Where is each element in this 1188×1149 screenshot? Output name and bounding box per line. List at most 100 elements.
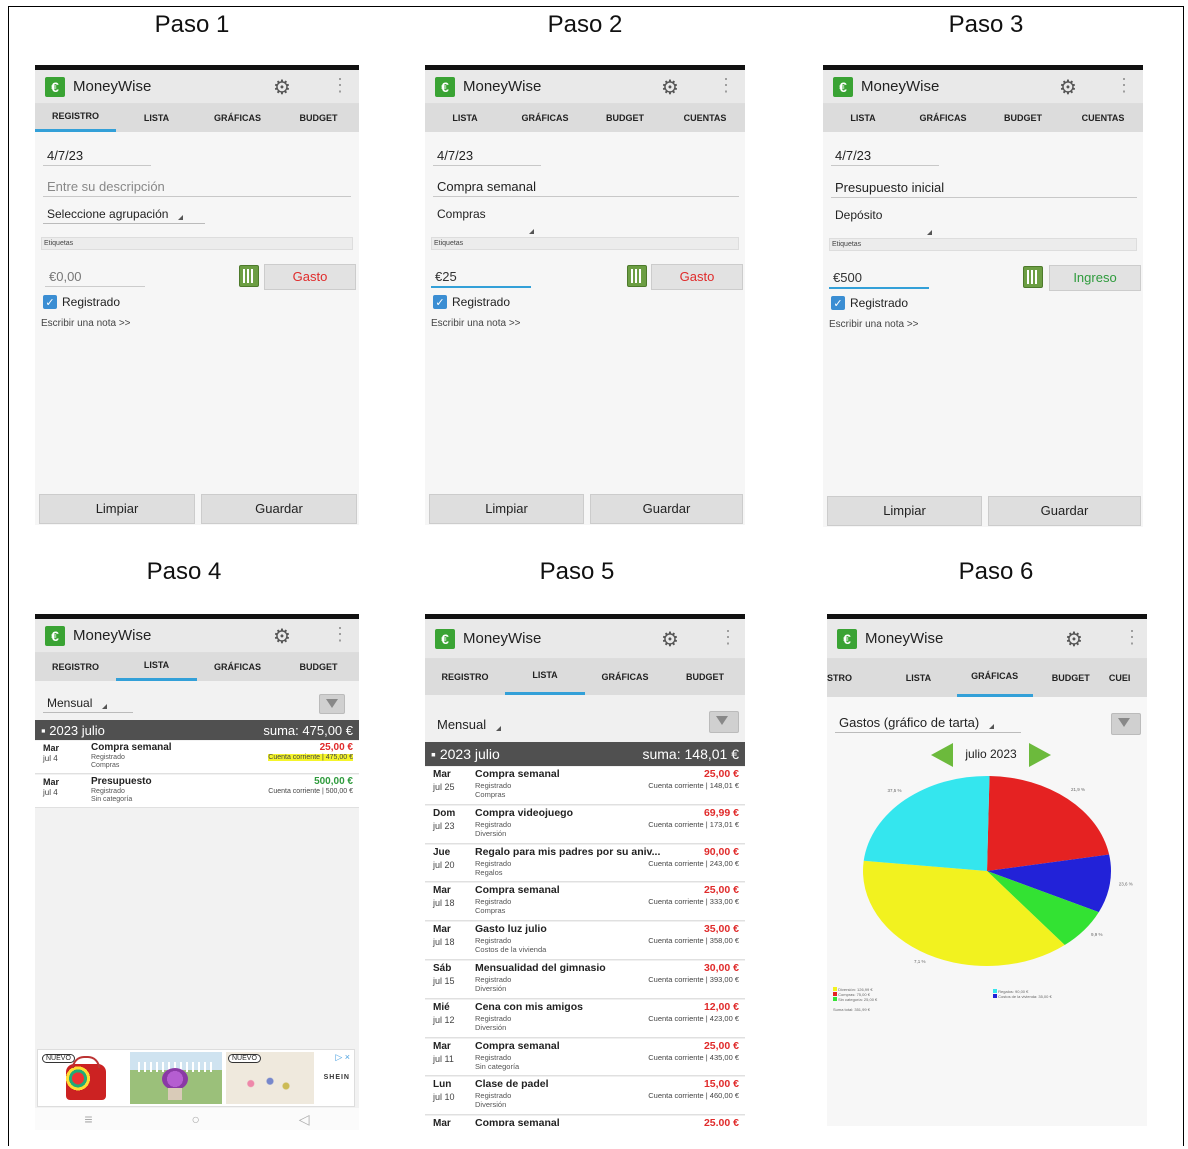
group-dropdown[interactable]: Compras [433, 205, 585, 238]
calculator-icon[interactable] [1023, 266, 1043, 288]
transaction-row[interactable]: Mar jul 18 Gasto luz julio Registrado Costos… [425, 922, 745, 960]
gear-icon[interactable]: ⚙ [273, 624, 291, 649]
next-month-arrow-icon[interactable] [1029, 743, 1051, 767]
tab-cuentas[interactable]: CUENTAS [1063, 104, 1143, 132]
clear-button[interactable]: Limpiar [827, 496, 982, 526]
overflow-menu-icon[interactable]: ⋮ [717, 75, 735, 96]
filter-icon[interactable] [709, 711, 739, 733]
amount-field[interactable]: €500 [829, 268, 929, 289]
tab-lista[interactable]: LISTA [505, 659, 585, 695]
tab-graficas[interactable]: GRÁFICAS [197, 653, 278, 681]
tab-graficas[interactable]: GRÁFICAS [956, 659, 1033, 697]
gear-icon[interactable]: ⚙ [661, 627, 679, 652]
adchoices-icon[interactable]: ▷ × [335, 1052, 350, 1063]
transaction-row[interactable]: Mar jul 25 Compra semanal Registrado Compras… [425, 767, 745, 805]
calculator-icon[interactable] [239, 265, 259, 287]
back-icon[interactable]: ◁ [299, 1111, 310, 1128]
filter-icon[interactable] [1111, 713, 1141, 735]
description-field[interactable]: Compra semanal [433, 177, 739, 197]
ad-image-garden[interactable] [130, 1052, 222, 1104]
transaction-row[interactable]: Mar jul 18 Compra semanal Registrado Compras… [425, 883, 745, 922]
month-header[interactable]: ▪ 2023 julio suma: 148,01 € [425, 742, 745, 766]
gear-icon[interactable]: ⚙ [1065, 627, 1083, 652]
tab-budget[interactable]: BUDGET [278, 653, 359, 681]
tab-lista[interactable]: LISTA [425, 104, 505, 132]
filter-icon[interactable] [319, 694, 345, 714]
transaction-row[interactable]: Sáb jul 15 Mensualidad del gimnasio Registr… [425, 961, 745, 999]
amount-field[interactable]: €0,00 [45, 267, 145, 287]
tab-lista[interactable]: LISTA [823, 104, 903, 132]
tab-registro[interactable]: REGISTRO [35, 653, 116, 681]
note-link[interactable]: Escribir una nota >> [41, 318, 131, 329]
overflow-menu-icon[interactable]: ⋮ [1123, 627, 1141, 648]
tab-lista[interactable]: LISTA [880, 659, 956, 697]
tab-registro[interactable]: REGISTRO [425, 659, 505, 695]
note-link[interactable]: Escribir una nota >> [829, 319, 919, 330]
period-dropdown[interactable]: Mensual [433, 715, 523, 734]
registered-checkbox[interactable]: ✓ Registrado [43, 295, 120, 309]
tags-field[interactable]: Etiquetas [431, 237, 739, 250]
save-button[interactable]: Guardar [201, 494, 357, 524]
tab-cuentas[interactable]: CUEI [1109, 659, 1147, 697]
transaction-row[interactable]: Mar jul 4 Compra semanal Registrado Comp… [35, 741, 359, 774]
chart-type-dropdown[interactable]: Gastos (gráfico de tarta) [835, 713, 1021, 733]
registered-checkbox[interactable]: ✓ Registrado [433, 295, 510, 309]
tab-graficas[interactable]: GRÁFICAS [585, 659, 665, 695]
registered-checkbox[interactable]: ✓ Registrado [831, 296, 908, 310]
type-toggle-button[interactable]: Gasto [264, 264, 356, 290]
tab-budget[interactable]: BUDGET [983, 104, 1063, 132]
transaction-row[interactable]: Lun jul 10 Clase de padel Registrado Diversi… [425, 1077, 745, 1116]
transaction-row[interactable]: Mar Compra semanal 25,00 € [425, 1116, 745, 1126]
gear-icon[interactable]: ⚙ [273, 75, 291, 100]
group-dropdown[interactable]: Depósito [831, 206, 983, 239]
description-field[interactable]: Presupuesto inicial [831, 178, 1137, 198]
date-field[interactable]: 4/7/23 [433, 146, 541, 166]
clear-button[interactable]: Limpiar [429, 494, 584, 524]
tab-budget[interactable]: BUDGET [1033, 659, 1109, 697]
gear-icon[interactable]: ⚙ [661, 75, 679, 100]
date-field[interactable]: 4/7/23 [831, 146, 939, 166]
recent-apps-icon[interactable]: ≡ [84, 1111, 92, 1127]
home-icon[interactable]: ○ [191, 1111, 199, 1127]
amount-field[interactable]: €25 [431, 267, 531, 288]
transaction-row[interactable]: Mié jul 12 Cena con mis amigos Registrado Di… [425, 999, 745, 1038]
tab-lista[interactable]: LISTA [116, 104, 197, 132]
tab-budget[interactable]: BUDGET [278, 104, 359, 132]
save-button[interactable]: Guardar [590, 494, 743, 524]
ad-image-flowers[interactable]: NUEVO [226, 1052, 314, 1104]
tab-budget[interactable]: BUDGET [665, 659, 745, 695]
note-link[interactable]: Escribir una nota >> [431, 318, 521, 329]
overflow-menu-icon[interactable]: ⋮ [331, 75, 349, 96]
transaction-row[interactable]: Mar jul 4 Presupuesto Registrado Sin cat… [35, 775, 359, 808]
tags-field[interactable]: Etiquetas [829, 238, 1137, 251]
tags-field[interactable]: Etiquetas [41, 237, 353, 250]
tab-cuentas[interactable]: CUENTAS [665, 104, 745, 132]
ad-banner[interactable]: NUEVO NUEVO ▷ × SHEIN [37, 1049, 355, 1107]
date-field[interactable]: 4/7/23 [43, 146, 151, 166]
tab-lista[interactable]: LISTA [116, 653, 197, 681]
overflow-menu-icon[interactable]: ⋮ [1115, 75, 1133, 96]
tab-graficas[interactable]: GRÁFICAS [505, 104, 585, 132]
transaction-row[interactable]: Jue jul 20 Regalo para mis padres por su a… [425, 844, 745, 883]
clear-button[interactable]: Limpiar [39, 494, 195, 524]
period-dropdown[interactable]: Mensual [43, 694, 133, 713]
ad-image-bag[interactable]: NUEVO [40, 1052, 128, 1104]
tab-registro[interactable]: STRO [827, 659, 880, 697]
transaction-row[interactable]: Mar jul 11 Compra semanal Registrado Sin cat… [425, 1038, 745, 1077]
tab-graficas[interactable]: GRÁFICAS [903, 104, 983, 132]
tab-graficas[interactable]: GRÁFICAS [197, 104, 278, 132]
description-field[interactable]: Entre su descripción [43, 177, 351, 197]
save-button[interactable]: Guardar [988, 496, 1141, 526]
group-dropdown[interactable]: Seleccione agrupación [43, 205, 205, 224]
previous-month-arrow-icon[interactable] [931, 743, 953, 767]
tab-registro[interactable]: REGISTRO [35, 104, 116, 132]
overflow-menu-icon[interactable]: ⋮ [331, 624, 349, 645]
gear-icon[interactable]: ⚙ [1059, 75, 1077, 100]
transaction-row[interactable]: Dom jul 23 Compra videojuego Registrado Dive… [425, 805, 745, 844]
overflow-menu-icon[interactable]: ⋮ [719, 627, 737, 648]
month-header[interactable]: ▪ 2023 julio suma: 475,00 € [35, 720, 359, 740]
tab-budget[interactable]: BUDGET [585, 104, 665, 132]
type-toggle-button[interactable]: Gasto [651, 264, 743, 290]
calculator-icon[interactable] [627, 265, 647, 287]
type-toggle-button[interactable]: Ingreso [1049, 265, 1141, 291]
